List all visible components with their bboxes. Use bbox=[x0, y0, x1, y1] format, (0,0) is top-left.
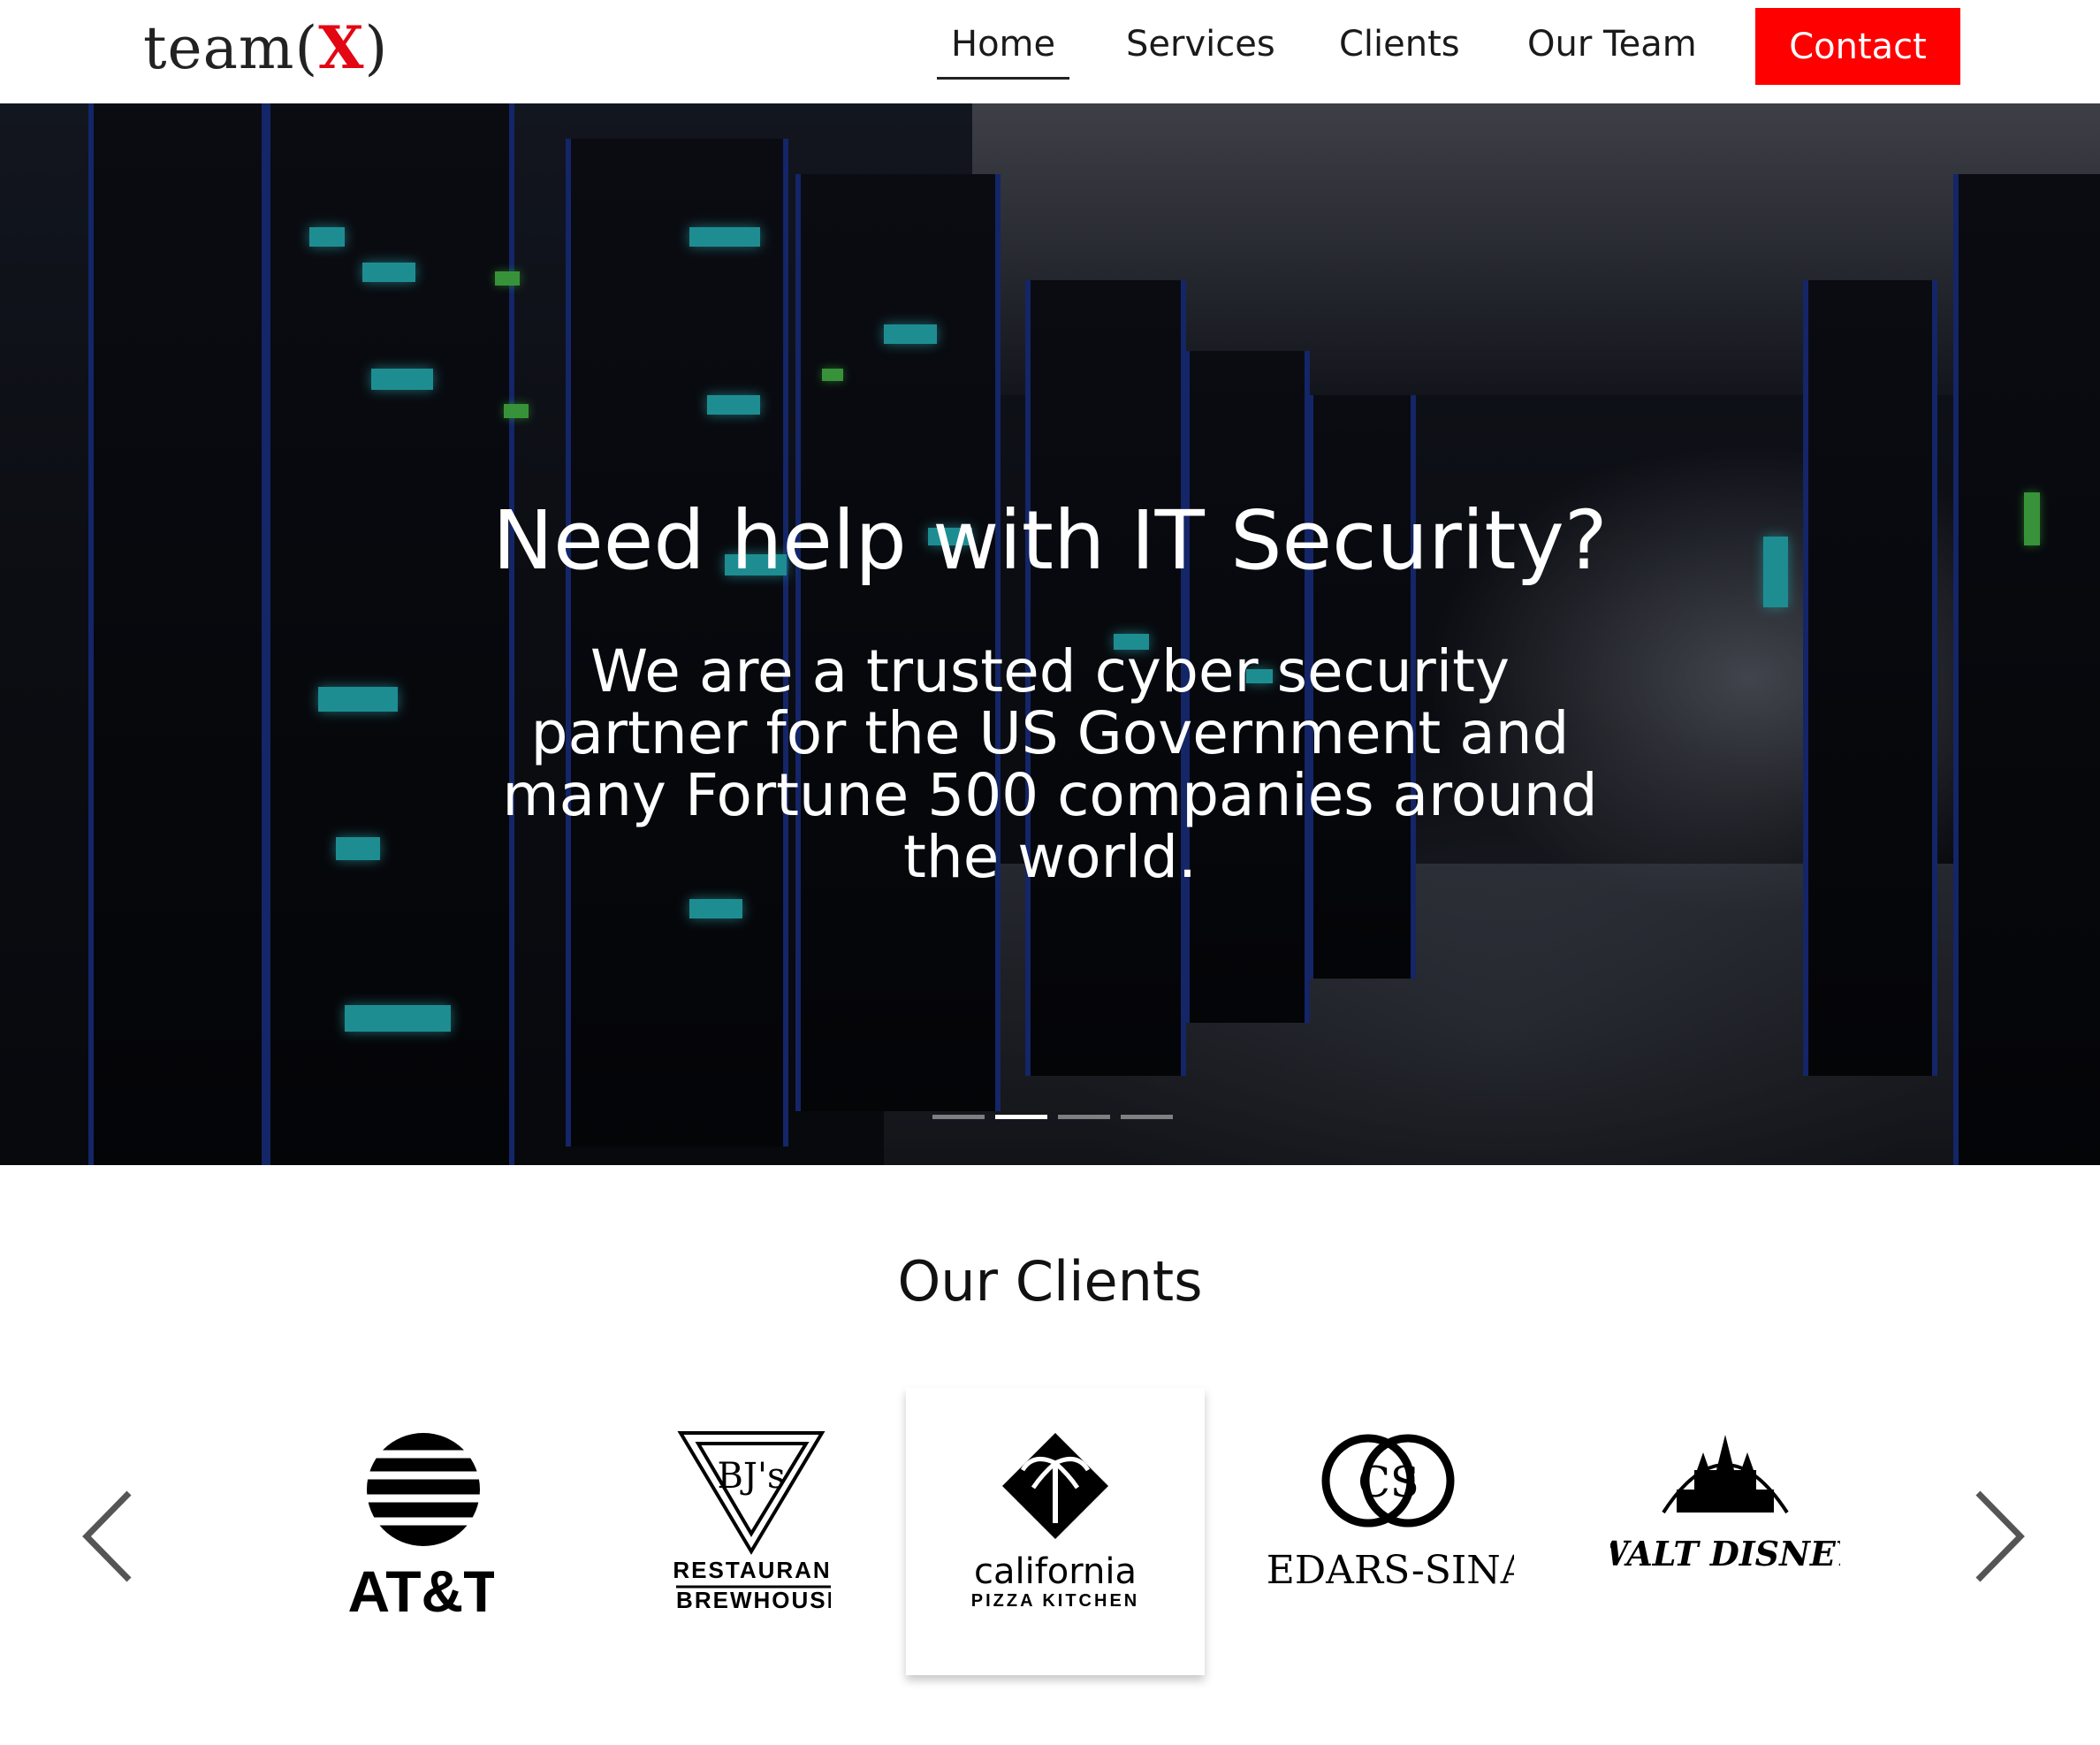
carousel-dot[interactable] bbox=[932, 1115, 985, 1119]
client-logo-cedars-sinai[interactable]: CS CEDARS-SINAI bbox=[1241, 1388, 1540, 1675]
palm-diamond-icon bbox=[1002, 1432, 1108, 1539]
hero-title: Need help with IT Security? bbox=[492, 493, 1608, 588]
cs-rings-icon: CS bbox=[1321, 1434, 1455, 1527]
nav-services[interactable]: Services bbox=[1126, 22, 1275, 71]
hero-subtitle-line: partner for the US Government and bbox=[530, 699, 1570, 767]
hero-subtitle-line: We are a trusted cyber security bbox=[590, 637, 1510, 705]
disney-wordmark: WALT DISNEY bbox=[1610, 1534, 1840, 1574]
carousel-dot[interactable] bbox=[1058, 1115, 1110, 1119]
clients-heading: Our Clients bbox=[897, 1249, 1203, 1314]
bjs-line1: RESTAURANT bbox=[673, 1557, 831, 1583]
carousel-indicators bbox=[932, 1115, 1173, 1119]
logo-prefix: team( bbox=[143, 14, 319, 82]
cpk-line2: PIZZA KITCHEN bbox=[971, 1591, 1139, 1611]
castle-icon bbox=[1662, 1434, 1789, 1513]
logo-suffix: ) bbox=[364, 14, 389, 82]
hero-banner: Need help with IT Security? We are a tru… bbox=[0, 103, 2100, 1165]
bjs-line2: BREWHOUSE bbox=[676, 1587, 831, 1613]
chevron-left-icon[interactable] bbox=[78, 1488, 140, 1585]
client-logo-cpk[interactable]: california PIZZA KITCHEN bbox=[906, 1388, 1205, 1675]
nav-home[interactable]: Home bbox=[936, 22, 1070, 80]
nav-clients[interactable]: Clients bbox=[1339, 22, 1460, 71]
bjs-shield-icon: BJ's bbox=[677, 1430, 826, 1555]
att-wordmark: AT&T bbox=[347, 1558, 494, 1624]
logo-x-mark: X bbox=[318, 13, 365, 82]
site-header: team(X) Home Services Clients Our Team C… bbox=[0, 0, 2100, 103]
att-globe-icon bbox=[361, 1432, 485, 1546]
chevron-right-icon[interactable] bbox=[1967, 1488, 2029, 1585]
contact-button[interactable]: Contact bbox=[1755, 8, 1960, 85]
client-logo-bjs[interactable]: BJ's RESTAURANT BREWHOUSE bbox=[571, 1388, 870, 1675]
carousel-dot[interactable] bbox=[1121, 1115, 1173, 1119]
cedars-wordmark: CEDARS-SINAI bbox=[1267, 1548, 1514, 1593]
client-logo-disney[interactable]: WALT DISNEY bbox=[1576, 1388, 1875, 1675]
carousel-dot-active[interactable] bbox=[995, 1115, 1047, 1119]
hero-overlay bbox=[0, 103, 2100, 1165]
nav-our-team[interactable]: Our Team bbox=[1527, 22, 1697, 71]
svg-text:CS: CS bbox=[1358, 1458, 1419, 1507]
cpk-line1: california bbox=[974, 1551, 1137, 1592]
svg-text:BJ's: BJ's bbox=[718, 1456, 786, 1497]
team-x-logo[interactable]: team(X) bbox=[143, 12, 388, 83]
client-logo-att[interactable]: AT&T bbox=[234, 1388, 533, 1675]
hero-subtitle: We are a trusted cyber security partner … bbox=[431, 641, 1669, 888]
hero-subtitle-line: many Fortune 500 companies around bbox=[502, 761, 1598, 829]
hero-subtitle-line: the world. bbox=[903, 823, 1197, 891]
